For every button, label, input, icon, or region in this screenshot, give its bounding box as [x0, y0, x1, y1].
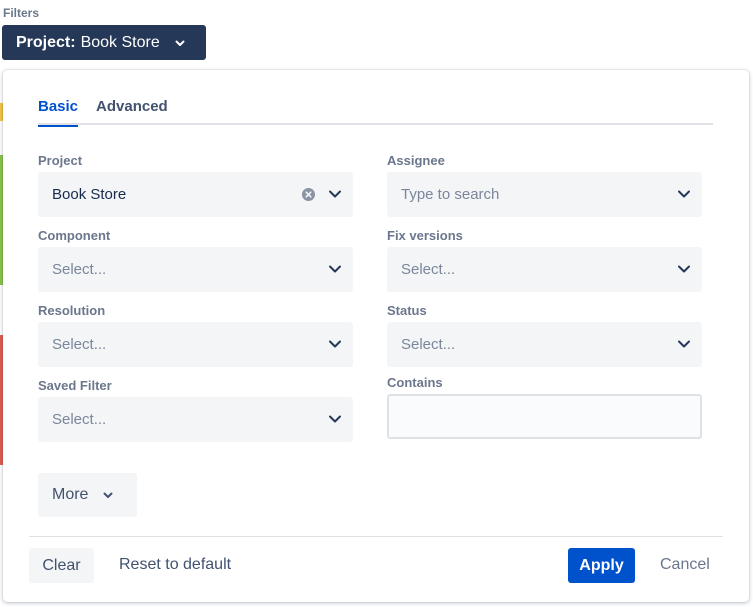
more-button[interactable]: More: [38, 473, 137, 517]
more-button-label: More: [52, 486, 89, 503]
contains-input[interactable]: [387, 394, 702, 439]
assignee-placeholder: Type to search: [401, 186, 500, 203]
project-filter-button[interactable]: Project: Book Store: [2, 25, 206, 60]
component-field-label: Component: [38, 228, 111, 243]
saved-filter-field-label: Saved Filter: [38, 378, 112, 393]
chevron-down-icon: [327, 186, 343, 202]
tab-basic[interactable]: Basic: [38, 98, 79, 127]
assignee-select[interactable]: Type to search: [387, 172, 702, 217]
fix-versions-placeholder: Select...: [401, 261, 456, 278]
fix-versions-field-label: Fix versions: [387, 228, 463, 243]
project-select[interactable]: Book Store: [38, 172, 353, 217]
reset-to-default-button[interactable]: Reset to default: [119, 556, 231, 574]
chevron-down-icon: [327, 336, 343, 352]
chevron-down-icon: [676, 186, 692, 202]
fix-versions-select[interactable]: Select...: [387, 247, 702, 292]
footer-divider: [29, 536, 723, 537]
saved-filter-placeholder: Select...: [52, 411, 107, 428]
status-field-label: Status: [387, 303, 427, 318]
contains-field-label: Contains: [387, 375, 443, 390]
chevron-down-icon: [174, 37, 186, 49]
cancel-button[interactable]: Cancel: [660, 556, 710, 574]
project-filter-value: Book Store: [80, 33, 160, 51]
component-select[interactable]: Select...: [38, 247, 353, 292]
chevron-down-icon: [676, 336, 692, 352]
saved-filter-select[interactable]: Select...: [38, 397, 353, 442]
apply-button[interactable]: Apply: [568, 548, 635, 583]
chevron-down-icon: [327, 261, 343, 277]
tab-advanced[interactable]: Advanced: [96, 98, 168, 125]
resolution-select[interactable]: Select...: [38, 322, 353, 367]
clear-icon[interactable]: [302, 188, 315, 201]
filter-tabs: Basic Advanced: [38, 98, 713, 127]
component-placeholder: Select...: [52, 261, 107, 278]
clear-button[interactable]: Clear: [29, 548, 94, 583]
filters-label: Filters: [3, 6, 40, 20]
status-placeholder: Select...: [401, 336, 456, 353]
resolution-placeholder: Select...: [52, 336, 107, 353]
project-filter-key: Project:: [16, 33, 76, 51]
assignee-field-label: Assignee: [387, 153, 445, 168]
status-select[interactable]: Select...: [387, 322, 702, 367]
chevron-down-icon: [676, 261, 692, 277]
resolution-field-label: Resolution: [38, 303, 106, 318]
project-field-label: Project: [38, 153, 83, 168]
chevron-down-icon: [102, 489, 114, 501]
chevron-down-icon: [327, 411, 343, 427]
filters-panel: Basic Advanced Project Book Store Assign…: [3, 70, 749, 602]
